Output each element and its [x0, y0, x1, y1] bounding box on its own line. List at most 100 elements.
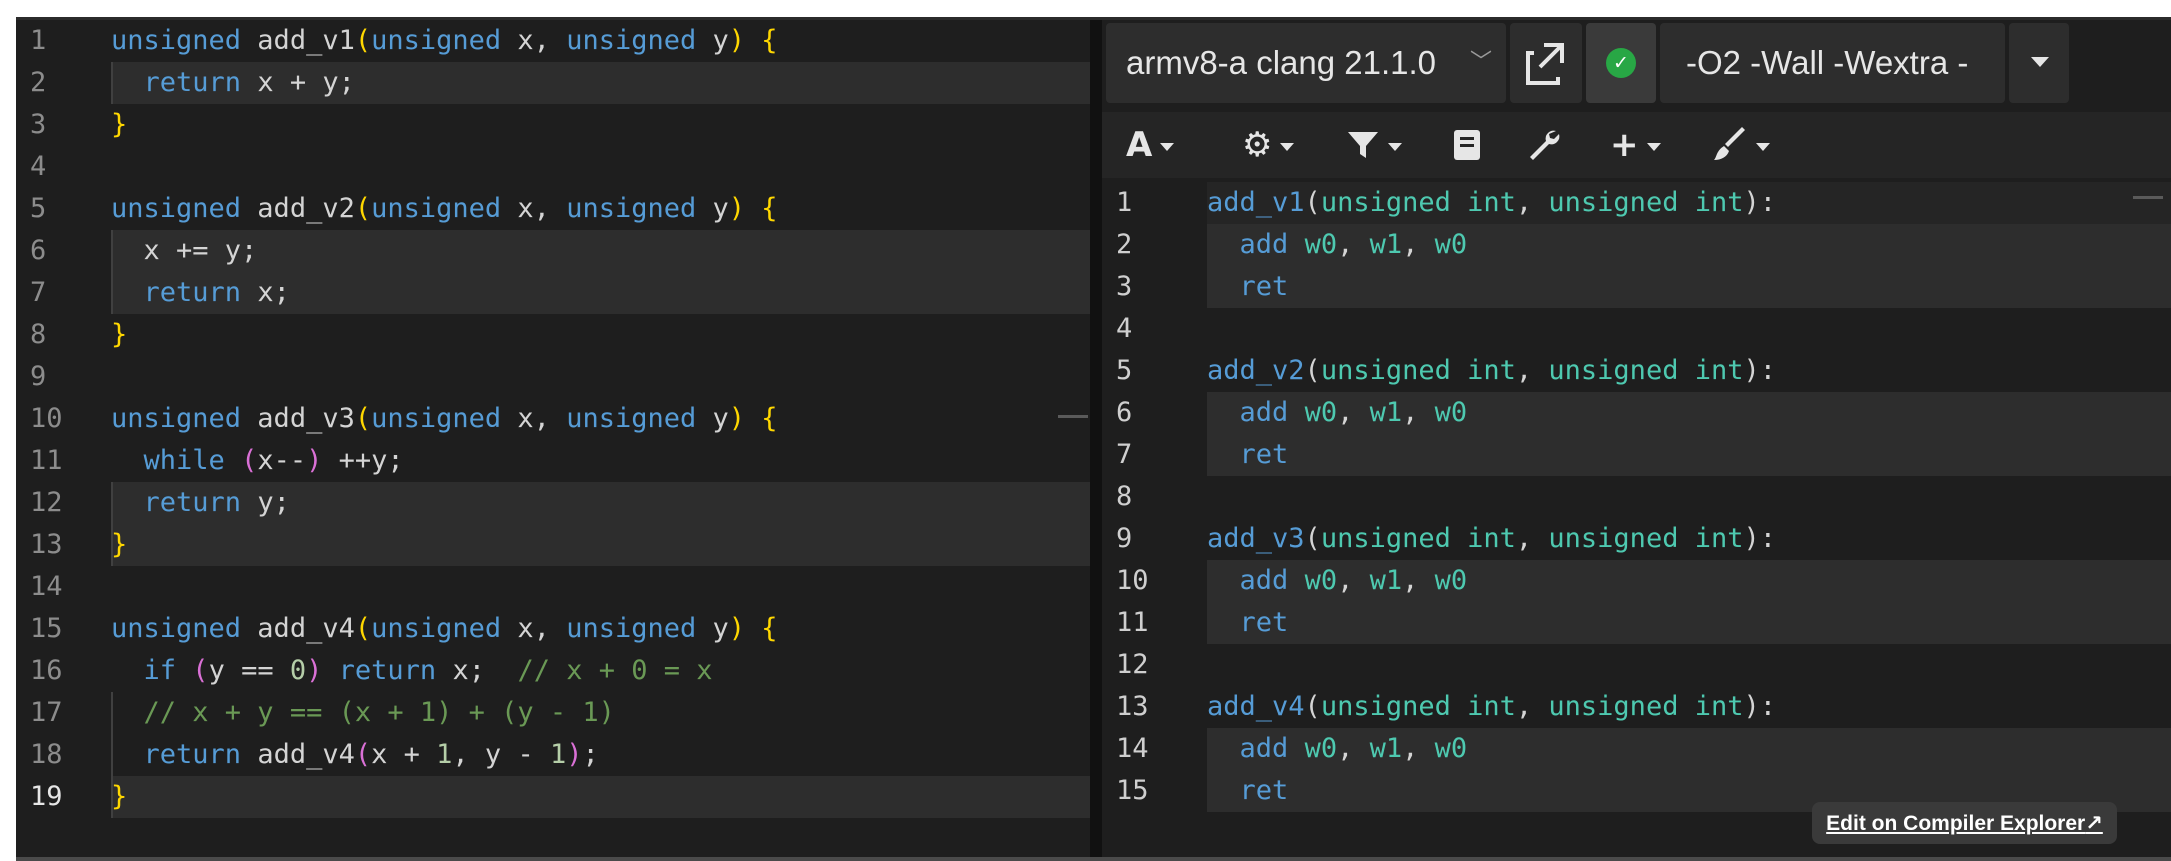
code-token: (: [354, 613, 372, 644]
asm-line-number: 12: [1116, 649, 1149, 680]
line-number: 15: [30, 613, 63, 644]
compile-status[interactable]: ✓: [1586, 23, 1656, 103]
code-token: return: [143, 67, 242, 98]
font-size-button[interactable]: A: [1126, 112, 1175, 178]
asm-token: [1207, 229, 1240, 260]
code-token: x,: [501, 193, 567, 224]
asm-line: add_v1(unsigned int, unsigned int):: [1207, 182, 2171, 224]
code-token: {: [761, 403, 778, 434]
code-token: ++y;: [322, 445, 404, 476]
settings-button[interactable]: ⚙: [1242, 112, 1295, 178]
compiler-name: armv8-a clang 21.1.0: [1126, 44, 1437, 81]
asm-line: add_v3(unsigned int, unsigned int):: [1207, 518, 2171, 560]
asm-line-number: 4: [1116, 313, 1133, 344]
asm-token: w0: [1304, 565, 1338, 596]
line-number: 10: [30, 403, 63, 434]
code-token: (: [192, 655, 209, 686]
code-token: x +: [371, 739, 437, 770]
code-token: ): [566, 739, 583, 770]
code-token: x + y;: [241, 67, 355, 98]
asm-token: (: [1304, 187, 1321, 218]
code-token: y: [696, 403, 729, 434]
compiler-select[interactable]: armv8-a clang 21.1.0 ﹀: [1106, 23, 1506, 103]
asm-scroll-marker[interactable]: [2133, 196, 2163, 199]
code-token: unsigned: [371, 193, 502, 224]
asm-token: ret: [1239, 775, 1289, 806]
code-line: while (x--) ++y;: [111, 440, 1090, 482]
line-number: 1: [30, 25, 47, 56]
code-token: , y -: [452, 739, 550, 770]
source-code[interactable]: unsigned add_v1(unsigned x, unsigned y) …: [111, 20, 1090, 818]
pane-toolbar: A ⚙ +: [1102, 112, 2171, 178]
asm-line: add w0, w1, w0: [1207, 392, 2171, 434]
external-link-icon: ↗: [2085, 811, 2103, 835]
asm-line-number: 15: [1116, 775, 1149, 806]
code-token: unsigned: [566, 403, 697, 434]
filter-button[interactable]: [1346, 112, 1402, 178]
code-token: unsigned: [371, 25, 502, 56]
asm-token: w0: [1304, 397, 1338, 428]
options-dropdown-button[interactable]: [2009, 23, 2069, 103]
code-token: return: [338, 655, 437, 686]
asm-line-number: 9: [1116, 523, 1133, 554]
asm-token: add: [1239, 229, 1289, 260]
code-line: unsigned add_v2(unsigned x, unsigned y) …: [111, 188, 1090, 230]
popout-button[interactable]: [1510, 23, 1582, 103]
asm-token: [1207, 271, 1240, 302]
asm-token: [1207, 439, 1240, 470]
chevron-down-icon: ﹀: [1469, 50, 1492, 75]
asm-token: (: [1304, 523, 1321, 554]
asm-token: unsigned int: [1548, 355, 1744, 386]
asm-token: ,: [1515, 187, 1549, 218]
asm-line-number: 14: [1116, 733, 1149, 764]
edit-on-compiler-explorer-link[interactable]: Edit on Compiler Explorer↗: [1812, 802, 2117, 844]
asm-line-number: 3: [1116, 271, 1133, 302]
asm-token: ret: [1239, 607, 1289, 638]
asm-token: w0: [1434, 397, 1468, 428]
asm-token: w1: [1369, 397, 1403, 428]
asm-token: unsigned int: [1320, 691, 1516, 722]
code-token: x;: [241, 277, 290, 308]
asm-line: add_v4(unsigned int, unsigned int):: [1207, 686, 2171, 728]
line-number: 9: [30, 361, 47, 392]
code-line: }: [111, 104, 1090, 146]
asm-token: [1288, 733, 1304, 764]
asm-token: [1207, 607, 1240, 638]
code-token: x;: [436, 655, 518, 686]
code-token: add_v4: [241, 613, 355, 644]
code-line: }: [111, 776, 1090, 818]
source-editor[interactable]: 1 2 3 4 5 6 7 8 9 10 11 12 13 14 15 16 17 18 19 unsigned a…: [16, 20, 1090, 861]
asm-token: add: [1239, 733, 1289, 764]
asm-token: unsigned int: [1320, 523, 1516, 554]
tools-button[interactable]: [1526, 112, 1562, 178]
asm-line-number: 10: [1116, 565, 1149, 596]
code-token: {: [761, 25, 778, 56]
code-token: x += y;: [111, 235, 258, 266]
pane-splitter[interactable]: [1090, 20, 1102, 861]
editor-scroll-marker[interactable]: [1058, 415, 1088, 418]
compiler-pane: armv8-a clang 21.1.0 ﹀ ✓ -O2 -Wall -Wext…: [1102, 20, 2171, 861]
code-token: (: [354, 739, 372, 770]
asm-token: ,: [1515, 691, 1549, 722]
font-size-icon: A: [1126, 125, 1153, 165]
asm-line: add w0, w1, w0: [1207, 560, 2171, 602]
format-button[interactable]: [1712, 112, 1770, 178]
libraries-button[interactable]: [1452, 112, 1482, 178]
code-token: x,: [501, 403, 567, 434]
add-new-button[interactable]: +: [1610, 112, 1661, 178]
code-token: 0: [289, 655, 307, 686]
asm-token: ,: [1402, 397, 1435, 428]
asm-token: ):: [1743, 355, 1776, 386]
compiler-options-input[interactable]: -O2 -Wall -Wextra -: [1660, 23, 2005, 103]
assembly-output[interactable]: 1 2 3 4 5 6 7 8 9 10 11 12 13 14 15 add_v1(unsigned in…: [1102, 182, 2171, 861]
code-explorer-frame: 1 2 3 4 5 6 7 8 9 10 11 12 13 14 15 16 17 18 19 unsigned a…: [16, 17, 2171, 861]
code-token: x,: [501, 613, 567, 644]
line-number: 7: [30, 277, 47, 308]
caret-down-icon: [2031, 57, 2049, 67]
code-token: 1: [436, 739, 453, 770]
line-number: 13: [30, 529, 63, 560]
asm-line: add w0, w1, w0: [1207, 224, 2171, 266]
